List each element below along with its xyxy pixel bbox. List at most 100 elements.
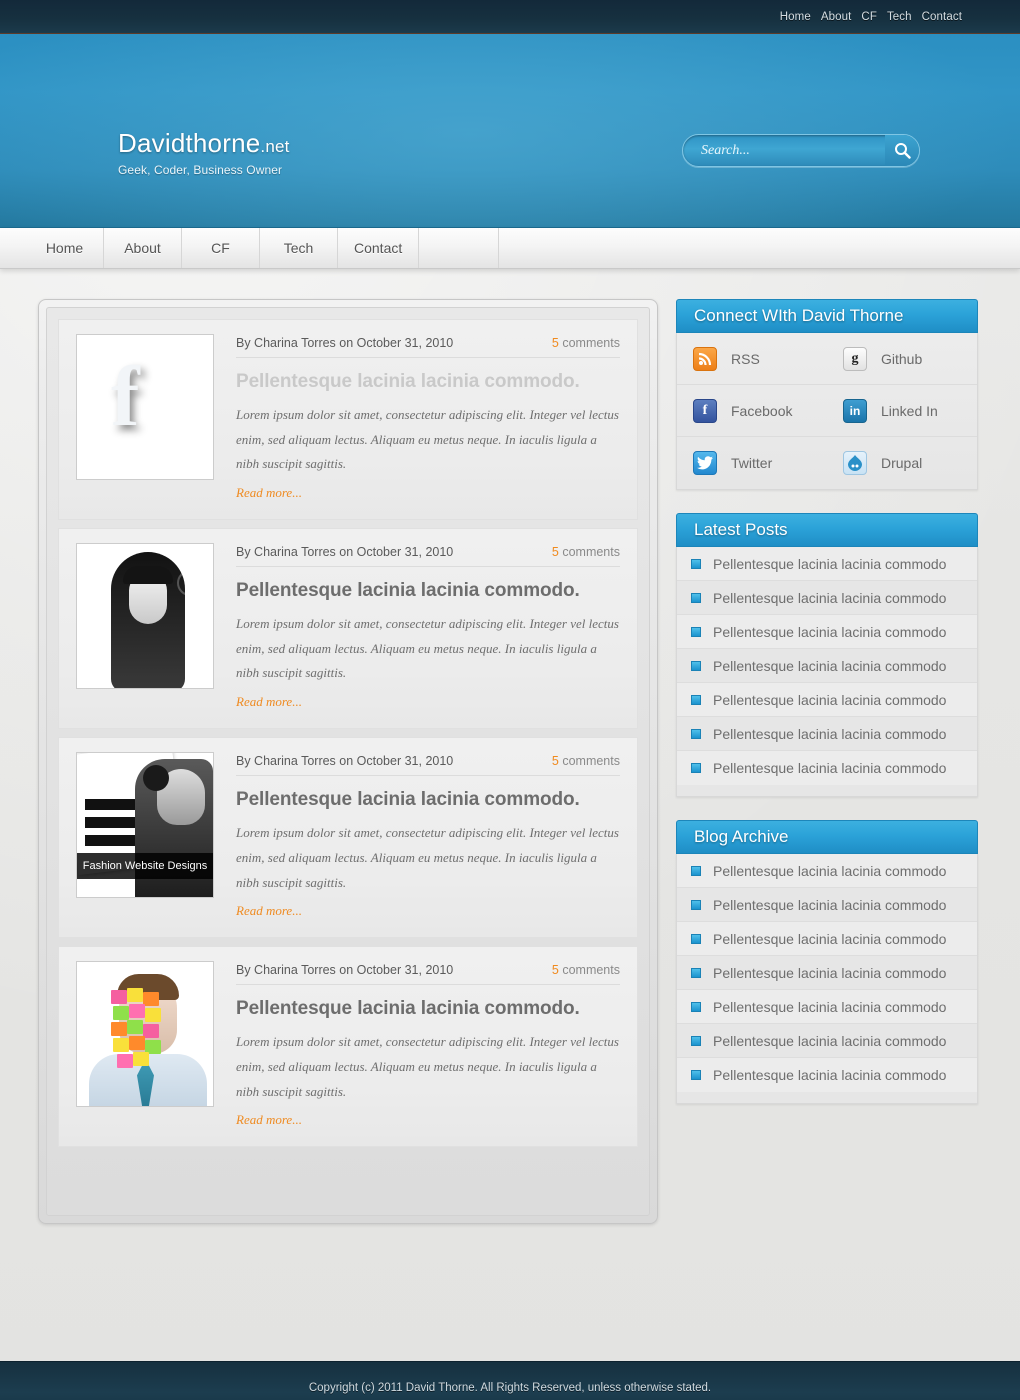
topbar-link-cf[interactable]: CF xyxy=(861,11,877,23)
nav-item-about[interactable]: About xyxy=(104,228,182,268)
list-item[interactable]: Pellentesque lacinia lacinia commodo xyxy=(677,649,977,683)
post-item[interactable]: By Charina Torres on October 31, 2010 5 … xyxy=(58,528,638,730)
list-bottom-padding xyxy=(677,1092,977,1103)
list-item-label: Pellentesque lacinia lacinia commodo xyxy=(713,1032,947,1049)
social-link-drupal[interactable]: Drupal xyxy=(827,437,977,489)
bullet-square-icon xyxy=(691,967,701,978)
list-item[interactable]: Pellentesque lacinia lacinia commodo xyxy=(677,615,977,649)
post-excerpt: Lorem ipsum dolor sit amet, consectetur … xyxy=(236,825,619,890)
search-button[interactable] xyxy=(885,135,919,166)
social-row: Twitter Drupal xyxy=(677,437,977,489)
widget-latest-posts: Latest Posts Pellentesque lacinia lacini… xyxy=(676,513,978,797)
drupal-icon xyxy=(843,451,867,475)
read-more-link[interactable]: Read more... xyxy=(236,485,302,501)
list-item[interactable]: Pellentesque lacinia lacinia commodo xyxy=(677,956,977,990)
topbar-link-about[interactable]: About xyxy=(821,11,852,23)
nav-item-home[interactable]: Home xyxy=(26,228,104,268)
post-comments[interactable]: 5 comments xyxy=(552,754,620,768)
widget-connect: Connect WIth David Thorne RSS g Github f… xyxy=(676,299,978,490)
social-label: Facebook xyxy=(731,402,793,419)
post-item[interactable]: By Charina Torres on October 31, 2010 5 … xyxy=(58,946,638,1148)
post-comments-label: comments xyxy=(558,754,620,769)
list-item-label: Pellentesque lacinia lacinia commodo xyxy=(713,555,947,572)
post-thumbnail[interactable] xyxy=(76,543,214,690)
read-more-link[interactable]: Read more... xyxy=(236,1112,302,1128)
nav-item-contact[interactable]: Contact xyxy=(338,228,420,268)
post-comments-count: 5 xyxy=(551,336,559,350)
post-thumbnail[interactable] xyxy=(76,961,214,1108)
post-comments-count: 5 xyxy=(551,545,559,560)
list-item-label: Pellentesque lacinia lacinia commodo xyxy=(713,657,947,674)
thumb-art xyxy=(143,992,159,1007)
post-comments-count: 5 xyxy=(551,963,559,978)
bullet-square-icon xyxy=(691,592,701,603)
search-box[interactable] xyxy=(682,134,920,167)
widget-title: Connect WIth David Thorne xyxy=(676,299,978,333)
search-input[interactable] xyxy=(683,142,885,159)
widget-body: RSS g Github f Facebook in Linked In Twi… xyxy=(676,333,978,490)
widget-title: Latest Posts xyxy=(676,513,978,547)
post-title[interactable]: Pellentesque lacinia lacinia commodo. xyxy=(236,580,620,602)
list-item-label: Pellentesque lacinia lacinia commodo xyxy=(713,1067,947,1083)
social-link-rss[interactable]: RSS xyxy=(677,333,827,384)
post-byline: By Charina Torres on October 31, 2010 xyxy=(236,963,454,978)
social-row: f Facebook in Linked In xyxy=(677,385,977,437)
list-item[interactable]: Pellentesque lacinia lacinia commodo xyxy=(677,751,977,785)
topbar-link-tech[interactable]: Tech xyxy=(887,11,912,23)
post-title[interactable]: Pellentesque lacinia lacinia commodo. xyxy=(236,789,620,811)
nav-item-tech[interactable]: Tech xyxy=(260,228,338,268)
top-utility-bar: Home About CF Tech Contact xyxy=(0,0,1020,34)
post-excerpt: Lorem ipsum dolor sit amet, consectetur … xyxy=(236,616,619,681)
post-body: By Charina Torres on October 31, 2010 5 … xyxy=(236,334,620,502)
list-item-label: Pellentesque lacinia lacinia commodo xyxy=(713,862,947,879)
thumb-art xyxy=(143,1024,159,1039)
list-item[interactable]: Pellentesque lacinia lacinia commodo xyxy=(677,717,977,751)
social-label: Drupal xyxy=(881,455,923,471)
post-byline: By Charina Torres on October 31, 2010 xyxy=(236,545,454,560)
post-title[interactable]: Pellentesque lacinia lacinia commodo. xyxy=(236,998,620,1020)
foldit-caption: FOLD IT xyxy=(141,455,203,472)
nav-item-cf[interactable]: CF xyxy=(182,228,260,268)
search-icon xyxy=(894,143,911,159)
nav-spacer xyxy=(419,228,500,268)
post-comments[interactable]: 5 comments xyxy=(552,545,620,559)
list-item[interactable]: Pellentesque lacinia lacinia commodo xyxy=(677,990,977,1024)
bullet-square-icon xyxy=(691,558,701,569)
bullet-square-icon xyxy=(691,1070,701,1080)
social-link-twitter[interactable]: Twitter xyxy=(677,437,827,489)
post-item[interactable]: f FOLD IT By Charina Torres on October 3… xyxy=(58,319,638,521)
post-thumbnail[interactable]: f FOLD IT xyxy=(76,334,214,480)
social-link-facebook[interactable]: f Facebook xyxy=(677,385,827,436)
site-tagline: Geek, Coder, Business Owner xyxy=(118,163,283,177)
list-item[interactable]: Pellentesque lacinia lacinia commodo xyxy=(677,854,977,888)
post-title[interactable]: Pellentesque lacinia lacinia commodo. xyxy=(236,371,620,393)
social-link-linkedin[interactable]: in Linked In xyxy=(827,385,977,436)
topbar-link-home[interactable]: Home xyxy=(780,11,811,23)
thumb-art xyxy=(111,1022,127,1037)
post-body: By Charina Torres on October 31, 2010 5 … xyxy=(236,543,620,711)
social-link-github[interactable]: g Github xyxy=(827,333,977,384)
list-item[interactable]: Pellentesque lacinia lacinia commodo xyxy=(677,683,977,717)
thumb-art xyxy=(113,1006,129,1021)
thumb-art xyxy=(123,566,173,585)
post-item[interactable]: Fashion Website Designs By Charina Torre… xyxy=(58,737,638,939)
logo-tld: .net xyxy=(260,137,290,156)
read-more-link[interactable]: Read more... xyxy=(236,903,302,919)
bullet-square-icon xyxy=(691,1035,701,1046)
widget-body: Pellentesque lacinia lacinia commodo Pel… xyxy=(676,854,978,1104)
list-item[interactable]: Pellentesque lacinia lacinia commodo xyxy=(677,922,977,956)
post-thumbnail[interactable]: Fashion Website Designs xyxy=(76,752,214,899)
bullet-square-icon xyxy=(691,1001,701,1012)
list-item[interactable]: Pellentesque lacinia lacinia commodo xyxy=(677,547,977,581)
list-item[interactable]: Pellentesque lacinia lacinia commodo xyxy=(677,1024,977,1058)
post-comments[interactable]: 5 comments xyxy=(552,336,620,350)
list-item[interactable]: Pellentesque lacinia lacinia commodo xyxy=(677,1058,977,1092)
bullet-square-icon xyxy=(691,728,701,739)
topbar-link-contact[interactable]: Contact xyxy=(922,11,962,23)
list-item[interactable]: Pellentesque lacinia lacinia commodo xyxy=(677,581,977,615)
read-more-link[interactable]: Read more... xyxy=(236,694,302,710)
list-item[interactable]: Pellentesque lacinia lacinia commodo xyxy=(677,888,977,922)
post-comments[interactable]: 5 comments xyxy=(552,963,620,977)
site-logo[interactable]: Davidthorne.net Geek, Coder, Business Ow… xyxy=(118,130,290,177)
social-label: RSS xyxy=(731,350,760,367)
